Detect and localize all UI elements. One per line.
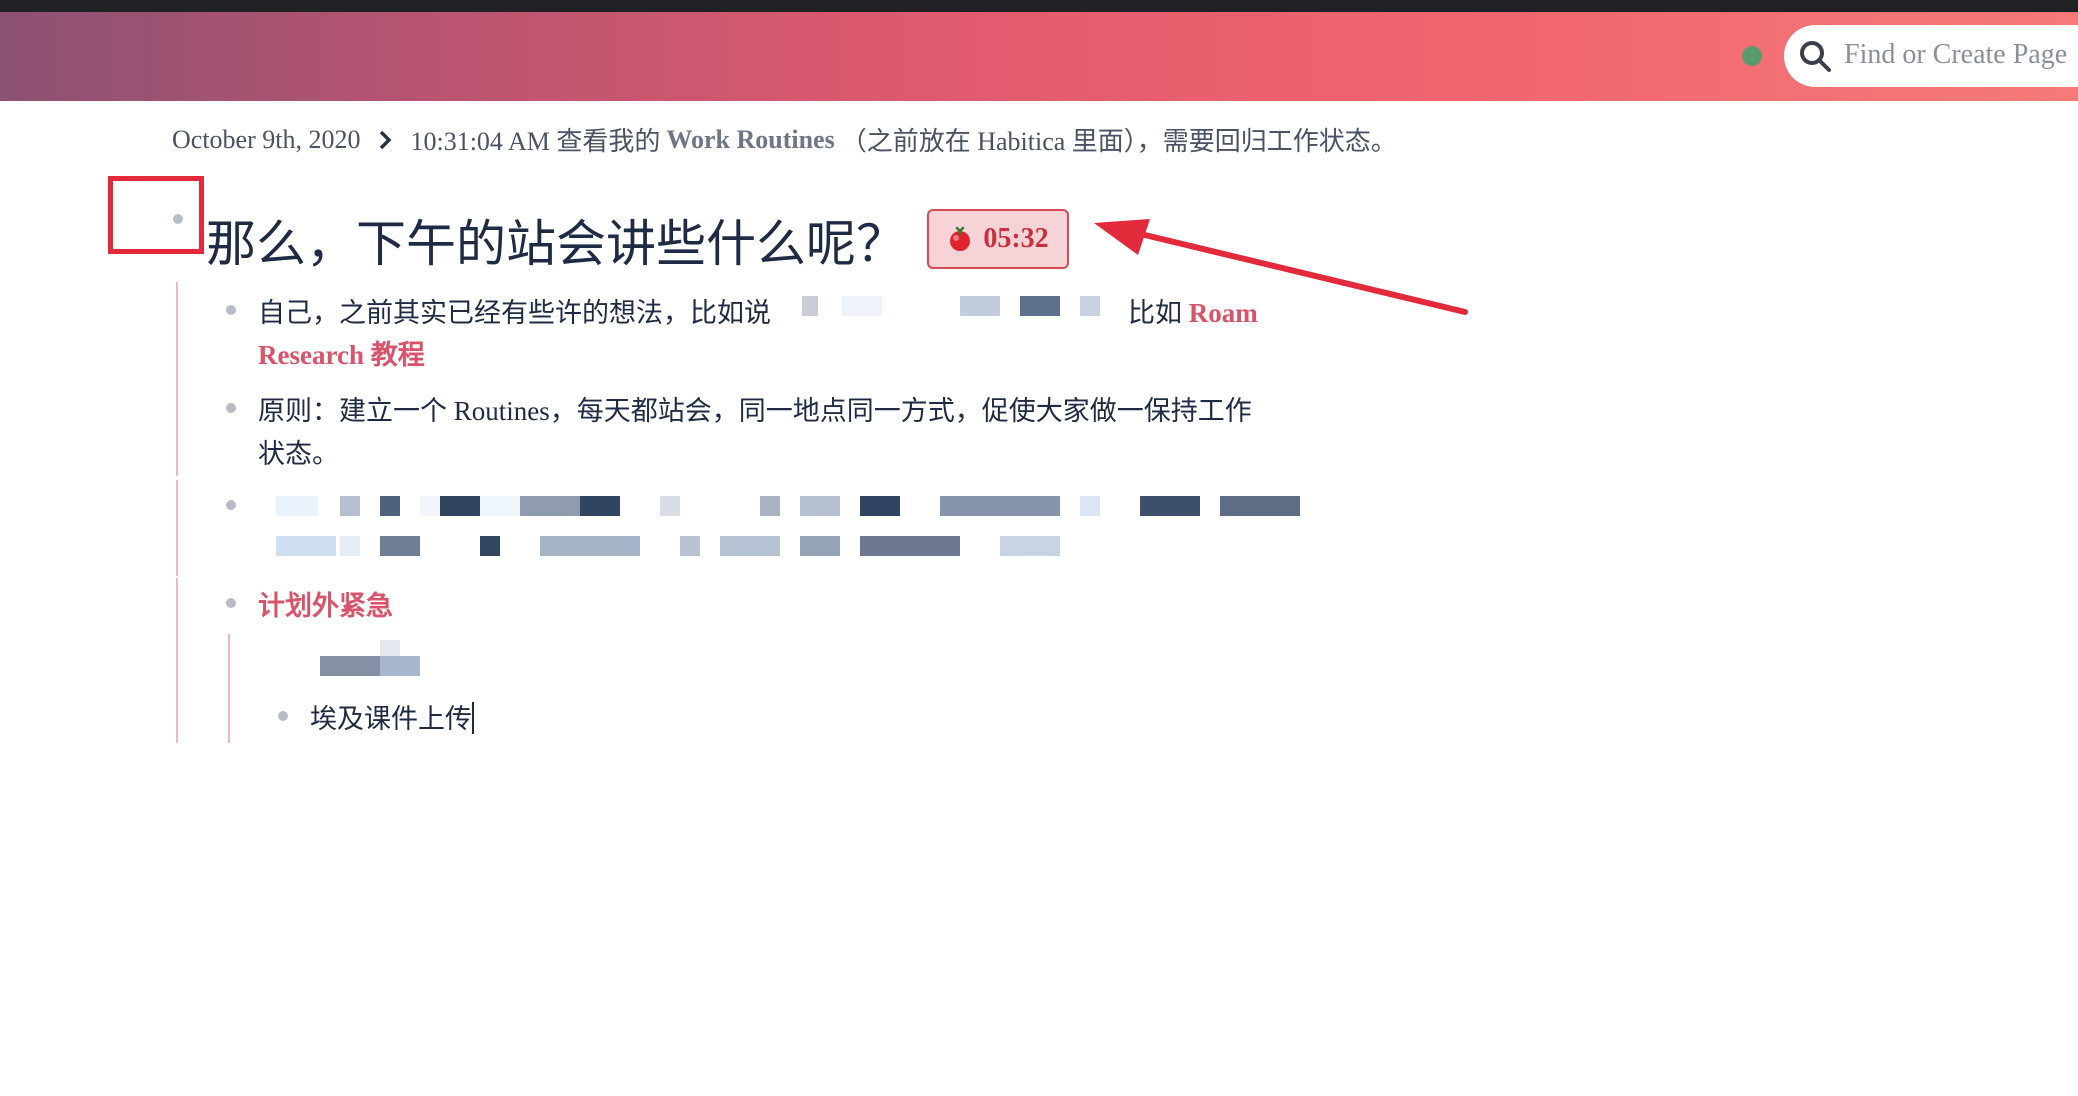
breadcrumb-link[interactable]: Work Routines — [666, 125, 834, 155]
block-text[interactable]: 原则：建立一个 Routines，每天都站会，同一地点同一方式，促使大家做一保持… — [258, 389, 1252, 428]
search-placeholder: Find or Create Page — [1844, 39, 2068, 70]
breadcrumb-time[interactable]: 10:31:04 AM 查看我的 — [410, 121, 660, 158]
breadcrumb-date[interactable]: October 9th, 2020 — [172, 125, 360, 155]
redacted-content — [276, 496, 1306, 560]
block-text-part: 埃及课件上传 — [310, 704, 472, 734]
tomato-icon — [950, 226, 971, 251]
bullet[interactable] — [226, 598, 236, 608]
sync-status-icon[interactable] — [1742, 46, 1762, 66]
indent-guide — [176, 480, 178, 576]
indent-guide — [228, 634, 230, 743]
search-icon — [1800, 41, 1831, 72]
bullet[interactable] — [226, 305, 236, 315]
block-text[interactable]: 埃及课件上传 — [310, 697, 474, 736]
page-link-roam[interactable]: Roam — [1189, 298, 1258, 328]
block-text-2[interactable]: 比如 Roam — [1128, 291, 1258, 330]
heading-bullet[interactable] — [173, 214, 183, 224]
bullet[interactable] — [278, 711, 288, 721]
bullet[interactable] — [226, 500, 236, 510]
indent-guide — [176, 282, 178, 476]
redacted-content — [802, 296, 1102, 320]
page-heading[interactable]: 那么，下午的站会讲些什么呢？ — [206, 204, 906, 276]
block-text-part: 自己，之前其实已经有些许的想法，比如说 — [258, 298, 771, 328]
redacted-content — [320, 640, 420, 680]
pomodoro-timer[interactable]: 05:32 — [927, 209, 1069, 269]
window-top-strip — [0, 0, 2078, 12]
top-bar: Find or Create Page — [0, 12, 2078, 101]
breadcrumb: October 9th, 2020 10:31:04 AM 查看我的 Work … — [172, 121, 1397, 158]
block-text-continued[interactable]: 状态。 — [258, 432, 339, 471]
highlight-box — [108, 176, 204, 254]
text-caret — [472, 702, 474, 734]
block-text[interactable]: 自己，之前其实已经有些许的想法，比如说 — [258, 291, 771, 330]
chevron-right-icon — [380, 130, 392, 149]
page-link-research[interactable]: Research 教程 — [258, 333, 425, 372]
bullet[interactable] — [226, 403, 236, 413]
search-input[interactable]: Find or Create Page — [1784, 25, 2078, 87]
indent-guide — [176, 578, 178, 743]
page-link-urgent[interactable]: 计划外紧急 — [258, 584, 393, 623]
block-text-part: 比如 — [1128, 298, 1182, 328]
breadcrumb-suffix: （之前放在 Habitica 里面），需要回归工作状态。 — [840, 127, 1397, 156]
timer-value: 05:32 — [983, 223, 1049, 254]
